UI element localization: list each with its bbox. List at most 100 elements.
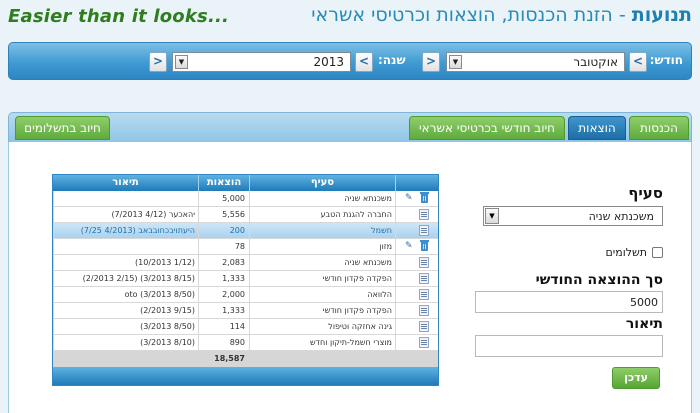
cell-desc: (2/2013 2/15) (3/2013 8/15) — [53, 271, 198, 286]
total-amount: 18,587 — [214, 354, 245, 363]
cell-amount: 200 — [198, 223, 249, 238]
cell-actions — [395, 335, 438, 350]
amount-field[interactable]: 5000 — [475, 291, 663, 313]
cell-amount: 2,083 — [198, 255, 249, 270]
form-icon[interactable] — [419, 305, 429, 316]
cell-category: חשמל — [249, 223, 395, 238]
form-icon[interactable] — [419, 321, 429, 332]
year-value: 2013 — [313, 55, 344, 69]
table-row[interactable]: 78 מזון ✎ — [53, 239, 438, 255]
year-select[interactable]: ▼ 2013 — [172, 52, 351, 72]
pencil-icon[interactable]: ✎ — [405, 242, 413, 251]
category-select[interactable]: ▼ משכנתא שניה — [483, 206, 663, 226]
chevron-down-icon: ▼ — [485, 208, 499, 224]
table-total-row: 18,587 — [53, 351, 438, 367]
cell-amount: 2,000 — [198, 287, 249, 302]
table-row[interactable]: (3/2013 8/50) 114 גינה אחזקה וטיפול — [53, 319, 438, 335]
cell-category: משכנתא שניה — [249, 255, 395, 270]
cell-desc: oto (3/2013 8/50) — [53, 287, 198, 302]
cell-desc — [53, 191, 198, 206]
cell-desc — [53, 239, 198, 254]
page-title-rest: - הזנת הכנסות, הוצאות וכרטיסי אשראי — [311, 4, 632, 26]
table-row[interactable]: (10/2013 1/12) 2,083 משכנתא שניה — [53, 255, 438, 271]
cell-actions — [395, 271, 438, 286]
trash-icon[interactable] — [420, 192, 429, 203]
tab-expenses[interactable]: הוצאות — [568, 116, 626, 140]
cell-desc: (10/2013 1/12) — [53, 255, 198, 270]
month-prev-button[interactable]: < — [629, 52, 647, 72]
table-row[interactable]: היעתויבכחובבאב (4/2013 7/25) 200 חשמל — [53, 223, 438, 239]
cell-category: הלוואה — [249, 287, 395, 302]
desc-label: תיאור — [625, 316, 663, 332]
expenses-table: תיאור הוצאות סעיף 5,000 משכנתא שניה ✎ (7/20… — [52, 174, 439, 386]
form-icon[interactable] — [419, 337, 429, 348]
table-row[interactable]: oto (3/2013 8/50) 2,000 הלוואה — [53, 287, 438, 303]
form-icon[interactable] — [419, 289, 429, 300]
cell-category: הפקדה פקדון חודשי — [249, 271, 395, 286]
cell-actions — [395, 287, 438, 302]
cell-category: משכנתא שניה — [249, 191, 395, 206]
table-row[interactable]: 5,000 משכנתא שניה ✎ — [53, 191, 438, 207]
table-header: תיאור הוצאות סעיף — [53, 175, 438, 191]
form-icon[interactable] — [419, 225, 429, 236]
cell-actions — [395, 223, 438, 238]
cell-desc: (2/2013 9/15) — [53, 303, 198, 318]
tab-income[interactable]: הכנסות — [629, 116, 689, 140]
cell-category: מוצרי חשמל-תיקון וחדש — [249, 335, 395, 350]
month-value: אוקטובר — [573, 55, 618, 69]
column-header-category[interactable]: סעיף — [249, 175, 395, 191]
cell-amount: 114 — [198, 319, 249, 334]
filter-bar: חודש: < ▼ אוקטובר > שנה: < ▼ 2013 > — [8, 42, 692, 80]
column-header-desc[interactable]: תיאור — [53, 175, 198, 191]
tabs-strip: הכנסות הוצאות חיוב חודשי בכרטיסי אשראי ח… — [8, 112, 692, 142]
table-row[interactable]: (7/2013 4/12) יהאכער 5,556 החברה להגנת הטב… — [53, 207, 438, 223]
year-label: שנה: — [378, 53, 406, 67]
pencil-icon[interactable]: ✎ — [405, 194, 413, 203]
year-next-button[interactable]: > — [149, 52, 167, 72]
table-row[interactable]: (2/2013 2/15) (3/2013 8/15) 1,333 הפקדה פק… — [53, 271, 438, 287]
tab-credit-card-monthly[interactable]: חיוב חודשי בכרטיסי אשראי — [409, 116, 565, 140]
column-header-amount[interactable]: הוצאות — [198, 175, 249, 191]
cell-amount: 5,000 — [198, 191, 249, 206]
table-row[interactable]: (3/2013 8/10) 890 מוצרי חשמל-תיקון וחדש — [53, 335, 438, 351]
page-title-bold: תנועות — [631, 4, 692, 26]
form-icon[interactable] — [419, 257, 429, 268]
amount-value: 5000 — [630, 296, 658, 309]
month-label: חודש: — [649, 53, 683, 67]
category-label: סעיף — [628, 184, 663, 202]
cell-actions: ✎ — [395, 239, 438, 254]
tagline: Easier than it looks... — [8, 6, 230, 27]
cell-amount: 5,556 — [198, 207, 249, 222]
page-title: תנועות - הזנת הכנסות, הוצאות וכרטיסי אשר… — [311, 4, 692, 26]
cell-amount: 1,333 — [198, 303, 249, 318]
cell-actions — [395, 303, 438, 318]
cell-desc: (7/2013 4/12) יהאכער — [53, 207, 198, 222]
installments-label: תשלומים — [605, 246, 647, 259]
category-value: משכנתא שניה — [588, 210, 654, 223]
chevron-down-icon: ▼ — [175, 55, 188, 69]
table-row[interactable]: (2/2013 9/15) 1,333 הפקדה פקדון חודשי — [53, 303, 438, 319]
form-icon[interactable] — [419, 209, 429, 220]
cell-desc: (3/2013 8/50) — [53, 319, 198, 334]
cell-desc: (3/2013 8/10) — [53, 335, 198, 350]
year-prev-button[interactable]: < — [355, 52, 373, 72]
form-icon[interactable] — [419, 273, 429, 284]
amount-label: סך ההוצאה החודשי — [535, 272, 663, 288]
cell-desc: היעתויבכחובבאב (4/2013 7/25) — [53, 223, 198, 238]
installments-checkbox[interactable] — [652, 247, 663, 258]
update-button[interactable]: עדכן — [612, 367, 660, 389]
cell-category: הפקדה פקדון חודשי — [249, 303, 395, 318]
cell-category: גינה אחזקה וטיפול — [249, 319, 395, 334]
month-next-button[interactable]: > — [422, 52, 440, 72]
table-footer-bar — [53, 367, 438, 385]
cell-category: מזון — [249, 239, 395, 254]
month-select[interactable]: ▼ אוקטובר — [446, 52, 625, 72]
trash-icon[interactable] — [420, 240, 429, 251]
desc-field[interactable] — [475, 335, 663, 357]
cell-actions — [395, 255, 438, 270]
column-header-actions — [395, 175, 438, 191]
cell-amount: 1,333 — [198, 271, 249, 286]
cell-actions: ✎ — [395, 191, 438, 206]
tab-installments[interactable]: חיוב בתשלומים — [15, 116, 110, 140]
chevron-down-icon: ▼ — [449, 55, 462, 69]
